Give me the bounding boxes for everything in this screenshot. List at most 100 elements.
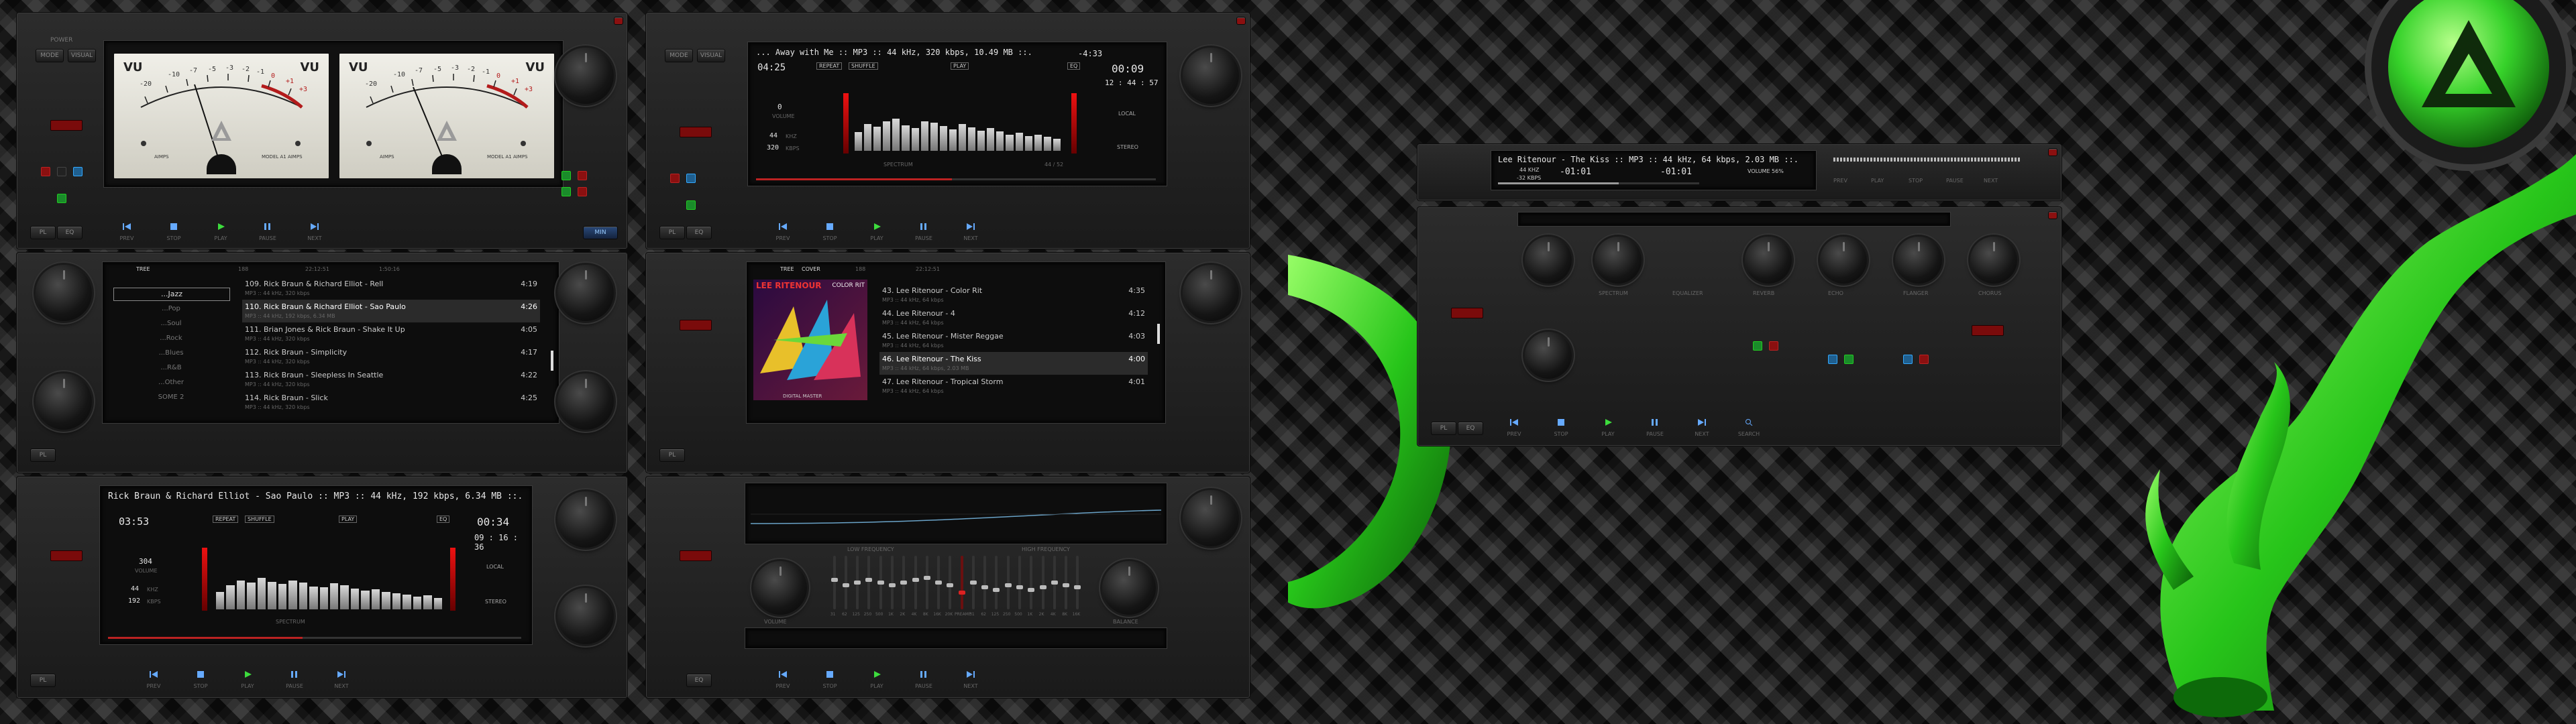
dsp-knob[interactable] — [1595, 237, 1642, 284]
mini-btn-play[interactable]: PLAY — [1871, 178, 1884, 184]
list-item[interactable]: 45. Lee Ritenour - Mister ReggaeMP3 :: 4… — [879, 329, 1148, 352]
mini-btn-prev[interactable]: PREV — [1833, 178, 1847, 184]
eq-slider-handle[interactable] — [924, 576, 930, 580]
tree-item[interactable]: ...Pop — [111, 305, 231, 312]
eq-slider-handle[interactable] — [865, 578, 872, 582]
eq-slider-handle[interactable] — [993, 588, 1000, 592]
eq-button[interactable]: EQ — [686, 674, 712, 687]
list-item[interactable]: 113. Rick Braun - Sleepless In SeattleMP… — [242, 368, 540, 391]
red-toggle[interactable] — [670, 174, 680, 183]
tree-item-selected[interactable]: ...Jazz — [113, 288, 230, 301]
playlist-button[interactable]: PL — [659, 226, 685, 239]
play-button[interactable]: PLAY — [1599, 416, 1617, 430]
next-button[interactable]: NEXT — [305, 221, 324, 234]
eq-slider[interactable] — [972, 556, 975, 609]
right-knob-top[interactable] — [1183, 490, 1239, 546]
visual-button[interactable]: VISUAL — [697, 49, 725, 62]
eq-slider-handle[interactable] — [912, 578, 919, 582]
right-knob-top[interactable] — [1183, 265, 1239, 321]
mode-button[interactable]: MODE — [36, 49, 64, 62]
eq-slider[interactable] — [1018, 556, 1021, 609]
tag-shuffle[interactable]: SHUFFLE — [849, 62, 878, 70]
eq-button[interactable]: EQ — [57, 226, 83, 239]
red-toggle[interactable] — [41, 167, 50, 176]
mini-btn-pause[interactable]: PAUSE — [1946, 178, 1964, 184]
eq-slider-handle[interactable] — [1016, 585, 1023, 589]
green-toggle[interactable] — [1753, 341, 1762, 351]
eq-slider-handle[interactable] — [935, 581, 942, 585]
eq-slider-handle[interactable] — [1005, 583, 1012, 587]
eq-slider[interactable] — [902, 556, 905, 609]
volume-knob[interactable] — [557, 48, 614, 104]
eq-slider[interactable] — [891, 556, 894, 609]
playlist-scrollbar[interactable] — [1157, 324, 1160, 344]
eq-slider[interactable] — [867, 556, 870, 609]
eq-slider[interactable] — [1053, 556, 1056, 609]
left-knob-bottom[interactable] — [36, 373, 92, 430]
dsp-knob[interactable] — [1820, 237, 1867, 284]
volume-knob[interactable] — [557, 491, 614, 548]
blue-toggle[interactable] — [73, 167, 83, 176]
tab-tree[interactable]: TREE — [780, 266, 794, 272]
visual-button[interactable]: VISUAL — [68, 49, 96, 62]
next-button[interactable]: NEXT — [1693, 416, 1711, 430]
pause-button[interactable]: PAUSE — [258, 221, 277, 234]
right-knob-bottom[interactable] — [557, 373, 614, 430]
play-button[interactable]: PLAY — [867, 668, 886, 682]
eq-slider-handle[interactable] — [1074, 585, 1081, 589]
list-item[interactable]: 114. Rick Braun - SlickMP3 :: 44 kHz, 32… — [242, 391, 540, 414]
dsp-knob[interactable] — [1745, 237, 1792, 284]
eq-slider[interactable] — [983, 556, 986, 609]
eq-button[interactable]: EQ — [686, 226, 712, 239]
eq-slider[interactable] — [1065, 556, 1067, 609]
balance-knob[interactable] — [1102, 561, 1156, 615]
eq-slider[interactable] — [833, 556, 836, 609]
eq-slider-handle[interactable] — [889, 583, 896, 587]
eq-slider-handle[interactable] — [981, 585, 988, 589]
list-item[interactable]: 111. Brian Jones & Rick Braun - Shake It… — [242, 322, 540, 345]
eq-slider[interactable] — [1007, 556, 1010, 609]
close-button[interactable] — [1236, 17, 1246, 25]
pause-button[interactable]: PAUSE — [285, 668, 304, 682]
tree-item[interactable]: ...Blues — [111, 349, 231, 357]
eq-slider[interactable] — [995, 556, 998, 609]
eq-slider-handle[interactable] — [1040, 585, 1046, 589]
dsp-knob[interactable] — [1525, 237, 1572, 284]
blue-toggle[interactable] — [1828, 355, 1837, 364]
tree-item[interactable]: ...Soul — [111, 320, 231, 327]
stop-button[interactable]: STOP — [820, 221, 839, 234]
min-button[interactable]: MIN — [583, 226, 618, 239]
prev-button[interactable]: PREV — [773, 221, 792, 234]
next-button[interactable]: NEXT — [332, 668, 351, 682]
eq-slider[interactable] — [879, 556, 882, 609]
green-toggle[interactable] — [686, 200, 696, 210]
green-toggle[interactable] — [57, 194, 66, 203]
stop-button[interactable]: STOP — [164, 221, 183, 234]
eq-slider-handle[interactable] — [900, 581, 907, 585]
tree-item[interactable]: ...Rock — [111, 335, 231, 342]
list-item[interactable]: 112. Rick Braun - SimplicityMP3 :: 44 kH… — [242, 345, 540, 368]
list-item[interactable]: 44. Lee Ritenour - 4MP3 :: 44 kHz, 64 kb… — [879, 306, 1148, 329]
close-button[interactable] — [2048, 211, 2057, 219]
next-button[interactable]: NEXT — [961, 668, 980, 682]
seek-bar[interactable] — [756, 178, 1156, 180]
stop-button[interactable]: STOP — [1552, 416, 1570, 430]
left-knob-top[interactable] — [36, 265, 92, 321]
mini-btn-stop[interactable]: STOP — [1909, 178, 1923, 184]
playlist-button[interactable]: PL — [659, 448, 685, 462]
tag-shuffle[interactable]: SHUFFLE — [245, 516, 274, 523]
pause-button[interactable]: PAUSE — [914, 668, 933, 682]
playlist-button[interactable]: PL — [30, 226, 56, 239]
eq-slider[interactable] — [914, 556, 917, 609]
pause-button[interactable]: PAUSE — [914, 221, 933, 234]
red-toggle[interactable] — [578, 187, 587, 196]
playlist-button[interactable]: PL — [1431, 422, 1456, 435]
tree-item[interactable]: SOME 2 — [111, 394, 231, 401]
blue-toggle[interactable] — [686, 174, 696, 183]
tree-item[interactable]: ...Other — [111, 379, 231, 386]
prev-button[interactable]: PREV — [773, 668, 792, 682]
eq-button[interactable]: EQ — [1458, 422, 1483, 435]
seek-bar[interactable] — [108, 637, 521, 639]
eq-slider-handle[interactable] — [877, 581, 884, 585]
eq-slider[interactable] — [926, 556, 928, 609]
